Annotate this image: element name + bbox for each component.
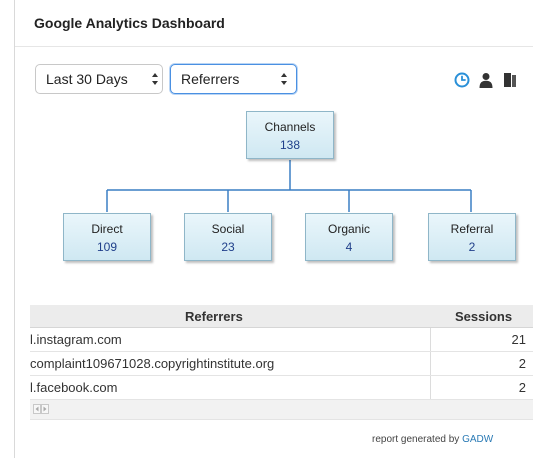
- sessions-cell: 21: [511, 332, 526, 347]
- tree-node-social[interactable]: Social 23: [184, 213, 272, 261]
- node-label: Social: [211, 222, 245, 236]
- table-row[interactable]: l.facebook.com 2: [30, 376, 533, 400]
- referrers-table: Referrers Sessions l.instagram.com 21 co…: [30, 305, 533, 420]
- node-label: Organic: [327, 222, 371, 236]
- node-value: 2: [468, 240, 476, 254]
- credit-prefix: report generated by: [372, 434, 460, 445]
- table-row[interactable]: complaint109671028.copyrightinstitute.or…: [30, 352, 533, 376]
- sessions-cell: 2: [518, 356, 526, 371]
- column-header-referrers[interactable]: Referrers: [185, 309, 243, 324]
- node-label: Direct: [91, 222, 123, 236]
- credit-brand-link[interactable]: GADW: [462, 434, 493, 445]
- analytics-widget: Google Analytics Dashboard Last 30 Days …: [15, 0, 533, 458]
- table-row[interactable]: l.instagram.com 21: [30, 328, 533, 352]
- node-value: 109: [96, 240, 118, 254]
- node-value: 138: [279, 138, 301, 152]
- tree-connectors: [106, 160, 472, 212]
- tree-node-organic[interactable]: Organic 4: [305, 213, 393, 261]
- table-footer: [30, 400, 533, 420]
- node-value: 23: [221, 240, 235, 254]
- referrer-cell: l.instagram.com: [30, 332, 122, 347]
- column-header-sessions[interactable]: Sessions: [455, 309, 512, 324]
- node-value: 4: [345, 240, 353, 254]
- node-label: Referral: [450, 222, 494, 236]
- tree-node-channels[interactable]: Channels 138: [246, 111, 334, 159]
- table-header: Referrers Sessions: [30, 305, 533, 328]
- prev-page-icon[interactable]: [33, 404, 41, 414]
- tree-node-direct[interactable]: Direct 109: [63, 213, 151, 261]
- node-label: Channels: [264, 120, 316, 134]
- sessions-cell: 2: [518, 380, 526, 395]
- report-credit: report generated by GADW: [372, 434, 493, 445]
- referrer-cell: complaint109671028.copyrightinstitute.or…: [30, 356, 275, 371]
- next-page-icon[interactable]: [41, 404, 49, 414]
- tree-node-referral[interactable]: Referral 2: [428, 213, 516, 261]
- referrer-cell: l.facebook.com: [30, 380, 118, 395]
